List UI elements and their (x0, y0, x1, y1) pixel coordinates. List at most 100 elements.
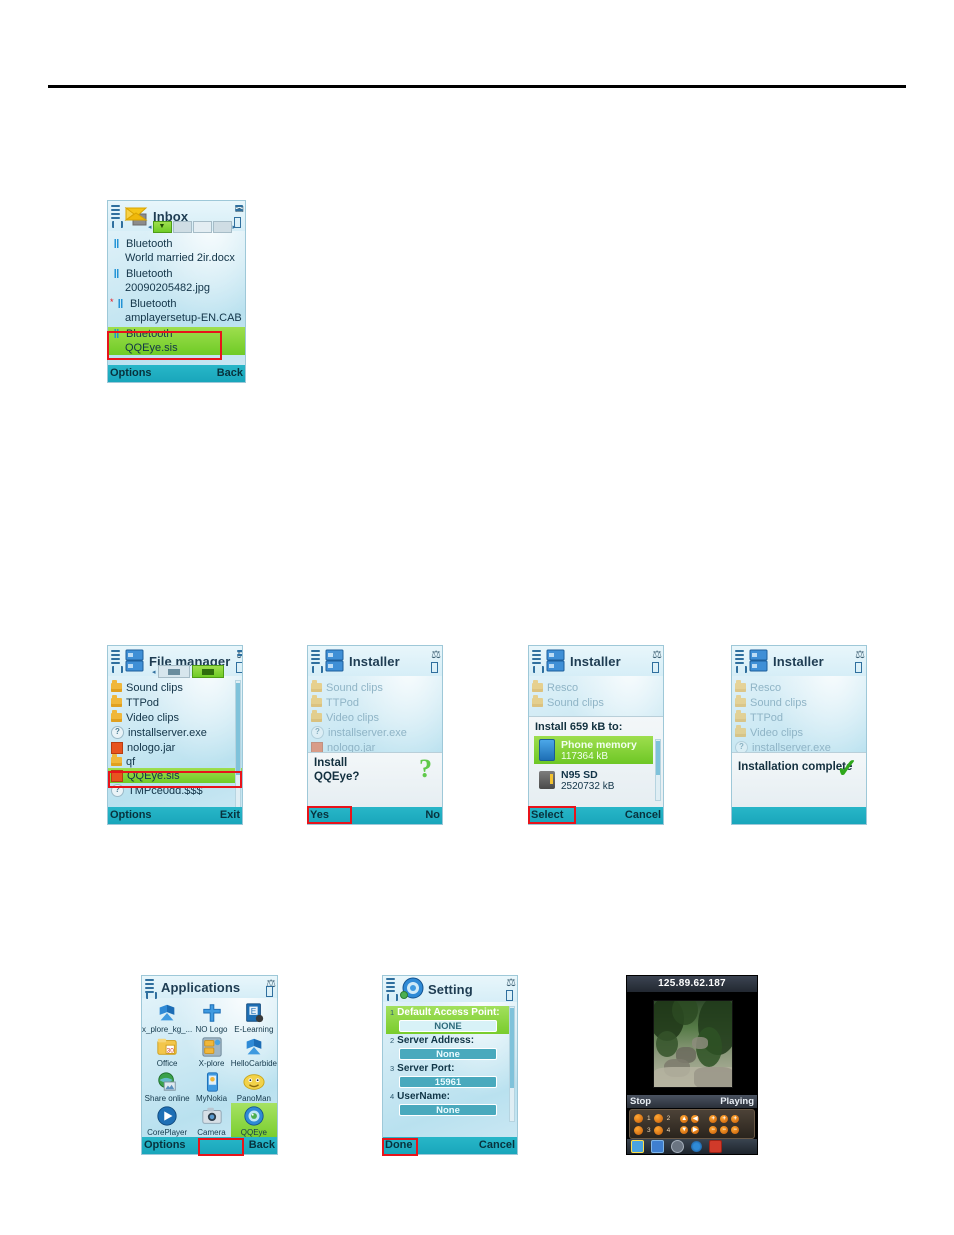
softkey-left[interactable]: Options (110, 810, 152, 821)
list-item[interactable]: qf (108, 754, 242, 768)
app-cell[interactable]: Camera (192, 1103, 230, 1137)
dialog-scrollbar[interactable] (655, 739, 661, 801)
setting-field-username[interactable]: 4 UserName: None (386, 1090, 510, 1118)
installer-background-list: Sound clips TTPod Video clips ? installs… (308, 680, 442, 755)
app-cell[interactable]: X-plore (192, 1034, 230, 1068)
preset-button-2[interactable] (653, 1113, 663, 1123)
tab-phone-memory-icon[interactable] (157, 665, 190, 678)
video-preview[interactable] (653, 1000, 733, 1088)
tab-next-arrow-icon[interactable]: ▸ (233, 223, 237, 231)
zoom-plus-icon[interactable]: + (709, 1114, 718, 1123)
setting-softkeys[interactable]: Done Cancel (383, 1137, 517, 1154)
scrollbar[interactable] (235, 680, 241, 810)
softkey-left[interactable]: Yes (310, 810, 329, 821)
softkey-right[interactable]: Cancel (625, 810, 661, 821)
tab-inbox-icon[interactable]: ▼ (152, 220, 172, 233)
pan-up-icon[interactable]: ▲ (680, 1114, 689, 1123)
app-cell[interactable]: E E-Learning (231, 1000, 277, 1034)
app-cell-selected[interactable]: QQEye (230, 1102, 277, 1137)
folder-icon (311, 710, 322, 722)
tab-prev-arrow-icon[interactable]: ◂ (148, 223, 152, 231)
list-item[interactable]: * ‖ Bluetooth amplayersetup-EN.CAB (108, 297, 245, 327)
installer-memory-softkeys[interactable]: Select Cancel (529, 807, 663, 824)
memory-option-phone[interactable]: Phone memory 117364 kB (534, 736, 653, 764)
setting-value[interactable]: NONE (399, 1020, 497, 1032)
installer-complete-softkeys[interactable] (732, 807, 866, 824)
viewer-toolbar[interactable] (627, 1139, 757, 1154)
list-item-selected[interactable]: QQEye.sis (108, 768, 242, 783)
softkey-right[interactable]: Back (217, 368, 243, 379)
setting-field-access-point[interactable]: 1 Default Access Point: NONE (386, 1006, 510, 1034)
app-cell[interactable]: HelloCarbide (231, 1034, 277, 1068)
list-item[interactable]: TTPod (108, 695, 242, 710)
list-item[interactable]: ? installserver.exe (108, 725, 242, 740)
list-item[interactable]: Video clips (108, 710, 242, 725)
app-cell[interactable]: PanoMan (231, 1069, 277, 1103)
preset-button-4[interactable] (653, 1125, 663, 1135)
app-cell[interactable]: NO Logo (192, 1000, 230, 1034)
zoom-minus-icon[interactable]: − (709, 1125, 718, 1134)
softkey-left[interactable]: Options (110, 368, 152, 379)
image-icon[interactable] (651, 1140, 664, 1153)
inbox-message-list[interactable]: ‖ Bluetooth World married 2ir.docx ‖ Blu… (108, 237, 245, 355)
file-manager-drive-tabs[interactable]: ◂ (152, 665, 232, 678)
app-cell[interactable]: 30 Office (142, 1034, 192, 1068)
focus-plus-icon[interactable]: + (720, 1114, 729, 1123)
list-item-selected[interactable]: ‖ Bluetooth QQEye.sis (108, 327, 245, 355)
settings-icon[interactable] (691, 1141, 702, 1152)
setting-value[interactable]: None (399, 1104, 497, 1116)
setting-value[interactable]: None (399, 1048, 497, 1060)
setting-fields[interactable]: 1 Default Access Point: NONE 2 Server Addr… (386, 1006, 510, 1136)
file-label: nologo.jar (127, 741, 176, 754)
tab-sent-icon[interactable] (172, 220, 192, 233)
focus-minus-icon[interactable]: − (720, 1125, 729, 1134)
tab-prev-arrow-icon[interactable]: ◂ (152, 668, 156, 676)
pan-right-icon[interactable]: ▶ (691, 1125, 700, 1134)
softkey-left[interactable]: Options (144, 1140, 186, 1151)
snapshot-icon[interactable] (631, 1140, 644, 1153)
iris-minus-icon[interactable]: − (731, 1125, 740, 1134)
tab-drafts-icon[interactable] (192, 220, 212, 233)
list-item[interactable]: ‖ Bluetooth World married 2ir.docx (108, 237, 245, 267)
preset-button-1[interactable] (634, 1113, 643, 1123)
viewer-status-left[interactable]: Stop (630, 1096, 651, 1107)
preset-group[interactable]: 1 2 3 4 (634, 1113, 670, 1135)
file-manager-list[interactable]: Sound clips TTPod Video clips ? installs… (108, 680, 242, 798)
app-cell[interactable]: Share online (142, 1069, 192, 1103)
softkey-left[interactable]: Done (385, 1140, 413, 1151)
softkey-right[interactable]: Cancel (479, 1140, 515, 1151)
app-cell[interactable]: x_plore_kg_... (142, 1000, 192, 1034)
list-item[interactable]: Sound clips (108, 680, 242, 695)
exit-icon[interactable] (709, 1140, 722, 1153)
softkey-right[interactable]: Exit (220, 810, 240, 821)
app-cell[interactable]: CorePlayer (142, 1103, 192, 1137)
iris-plus-icon[interactable]: + (731, 1114, 740, 1123)
applications-grid[interactable]: x_plore_kg_... NO Logo E E-Learning 30 O… (142, 1000, 277, 1137)
preset-button-3[interactable] (634, 1125, 643, 1135)
inbox-folder-tabs[interactable]: ◂ ▼ ▸ (148, 220, 240, 233)
applications-softkeys[interactable]: Options Back (142, 1137, 277, 1154)
pan-left-icon[interactable]: ◀ (691, 1114, 700, 1123)
inbox-softkeys[interactable]: Options Back (108, 365, 245, 382)
zoom-group[interactable]: + + + − − − (709, 1114, 740, 1134)
app-cell[interactable]: MyNokia (192, 1069, 230, 1103)
viewer-control-pad[interactable]: 1 2 3 4 ▲ ◀ ▼ ▶ + + + − − − (629, 1109, 755, 1139)
tab-outbox-icon[interactable] (212, 220, 232, 233)
list-item[interactable]: ‖ Bluetooth 20090205482.jpg (108, 267, 245, 297)
softkey-right[interactable]: No (425, 810, 440, 821)
record-icon[interactable] (671, 1140, 684, 1153)
list-item[interactable]: nologo.jar (108, 740, 242, 755)
pan-down-icon[interactable]: ▼ (680, 1125, 689, 1134)
memory-option-card[interactable]: N95 SD 2520732 kB (534, 766, 653, 794)
file-manager-softkeys[interactable]: Options Exit (108, 807, 242, 824)
installer-confirm-softkeys[interactable]: Yes No (308, 807, 442, 824)
softkey-right[interactable]: Back (249, 1140, 275, 1151)
softkey-left[interactable]: Select (531, 810, 563, 821)
scrollbar[interactable] (509, 1006, 515, 1122)
pan-group[interactable]: ▲ ◀ ▼ ▶ (680, 1114, 700, 1134)
tab-memory-card-icon[interactable] (191, 665, 224, 678)
setting-field-server-port[interactable]: 3 Server Port: 15961 (386, 1062, 510, 1090)
setting-field-server-address[interactable]: 2 Server Address: None (386, 1034, 510, 1062)
setting-value[interactable]: 15961 (399, 1076, 497, 1088)
list-item[interactable]: ? TMPce0dd.$$$ (108, 783, 242, 798)
